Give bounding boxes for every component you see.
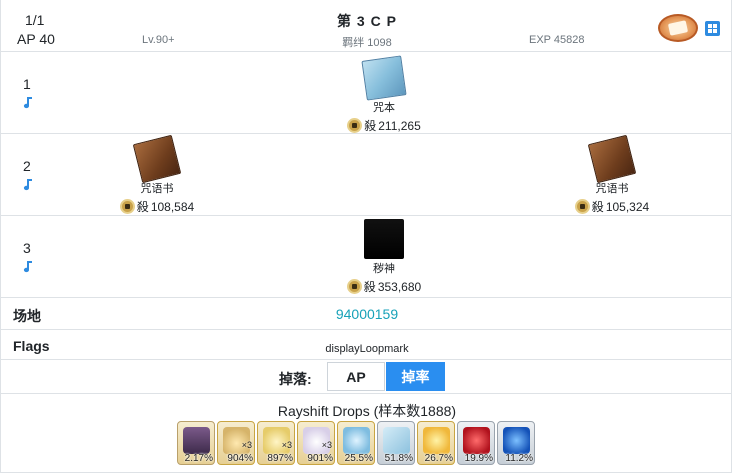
drop-item[interactable]: 51.8%	[377, 421, 415, 465]
bond-points: 羁绊 1098	[342, 37, 392, 49]
drop-item[interactable]: 26.7%	[417, 421, 455, 465]
hp-label: 殺	[591, 200, 604, 214]
hp-label: 殺	[364, 119, 377, 133]
enemy-hp: 殺 353,680	[329, 278, 439, 295]
spellbook-enemy-icon	[132, 134, 182, 184]
wave-row: 2 咒语书 殺 108,584 咒语书 殺 105,324	[1, 134, 732, 216]
enemy-card[interactable]: 秽神 殺 353,680	[329, 219, 439, 295]
sun-material-icon	[423, 427, 450, 454]
hp-value: 108,584	[150, 199, 195, 214]
wave-number: 3	[23, 240, 31, 256]
enemy-card[interactable]: 咒语书 殺 108,584	[102, 134, 212, 215]
drop-rate: 25.5%	[344, 453, 373, 464]
hp-value: 211,265	[378, 118, 421, 133]
drop-rate: 11.2%	[505, 453, 533, 464]
drop-rate: 26.7%	[424, 453, 453, 464]
hp-value: 105,324	[605, 199, 650, 214]
berserker-class-icon	[347, 118, 363, 133]
berserker-class-icon	[346, 279, 362, 294]
stage-header: 1/1 AP 40 第 3 C P Lv.90+ 羁绊 1098 EXP 458…	[1, 0, 732, 52]
hp-label: 殺	[363, 280, 376, 294]
enemy-hp: 殺 105,324	[557, 198, 667, 215]
tab-drop-rate[interactable]: 掉率	[386, 362, 445, 391]
tab-ap[interactable]: AP	[327, 362, 385, 391]
exp-points: EXP 45828	[529, 34, 585, 46]
mirror-icon	[343, 427, 370, 454]
drop-rate: 904%	[227, 453, 253, 464]
drop-item[interactable]: 25.5%	[337, 421, 375, 465]
blue-gem-icon	[503, 427, 530, 454]
berserker-class-icon	[119, 199, 135, 214]
wave-number: 1	[23, 76, 31, 92]
dark-god-enemy-icon	[364, 219, 404, 259]
enemy-card[interactable]: 咒本 殺 211,265	[329, 55, 439, 134]
enemy-hp: 殺 211,265	[329, 117, 439, 134]
grid-toggle-icon[interactable]	[705, 21, 720, 36]
drop-rate: 19.9%	[464, 453, 493, 464]
enemy-name: 咒语书	[595, 183, 629, 195]
drop-list: 2.17% ×3 904% ×3 897% ×3 901% 25.5% 51.8…	[177, 421, 535, 465]
rayshift-drops-title: Rayshift Drops (样本数1888)	[277, 403, 457, 419]
enemy-hp: 殺 108,584	[102, 198, 212, 215]
drop-rate: 2.17%	[184, 453, 213, 464]
enemy-name: 咒语书	[140, 183, 174, 195]
enemy-name: 秽神	[373, 263, 395, 275]
quest-panel: 1/1 AP 40 第 3 C P Lv.90+ 羁绊 1098 EXP 458…	[0, 0, 732, 473]
drop-multiplier: ×3	[241, 440, 252, 450]
music-note-icon	[23, 97, 32, 109]
drops-label: 掉落:	[279, 371, 312, 387]
drop-item[interactable]: 19.9%	[457, 421, 495, 465]
wave-row: 1 咒本 殺 211,265	[1, 52, 732, 134]
music-note-icon	[23, 261, 32, 273]
drop-item[interactable]: ×3 897%	[257, 421, 295, 465]
wave-number: 2	[23, 158, 31, 174]
drop-item[interactable]: 2.17%	[177, 421, 215, 465]
codex-enemy-icon	[361, 55, 407, 101]
drop-item[interactable]: ×3 904%	[217, 421, 255, 465]
spellbook-enemy-icon	[587, 134, 637, 184]
field-row: 场地 94000159	[1, 298, 732, 330]
music-note-icon	[23, 179, 32, 191]
quest-plate-icon	[658, 14, 698, 42]
drop-rate: 901%	[307, 453, 333, 464]
drop-rate: 51.8%	[384, 453, 413, 464]
berserker-class-icon	[574, 199, 590, 214]
servant-portrait-icon	[183, 427, 210, 454]
drop-rate: 897%	[267, 453, 293, 464]
red-gem-icon	[463, 427, 490, 454]
drop-item[interactable]: ×3 901%	[297, 421, 335, 465]
drop-multiplier: ×3	[281, 440, 292, 450]
hp-value: 353,680	[377, 279, 422, 294]
flags-row: Flags displayLoopmark	[1, 330, 732, 360]
wave-row: 3 秽神 殺 353,680	[1, 216, 732, 298]
drop-multiplier: ×3	[321, 440, 332, 450]
hp-label: 殺	[136, 200, 149, 214]
enemy-card[interactable]: 咒语书 殺 105,324	[557, 134, 667, 215]
codex-material-icon	[383, 427, 410, 454]
drop-item[interactable]: 11.2%	[497, 421, 535, 465]
stage-title: 第 3 C P	[337, 13, 397, 29]
flags-value: displayLoopmark	[325, 343, 409, 355]
field-id-link[interactable]: 94000159	[336, 306, 398, 322]
enemy-name: 咒本	[373, 102, 395, 114]
